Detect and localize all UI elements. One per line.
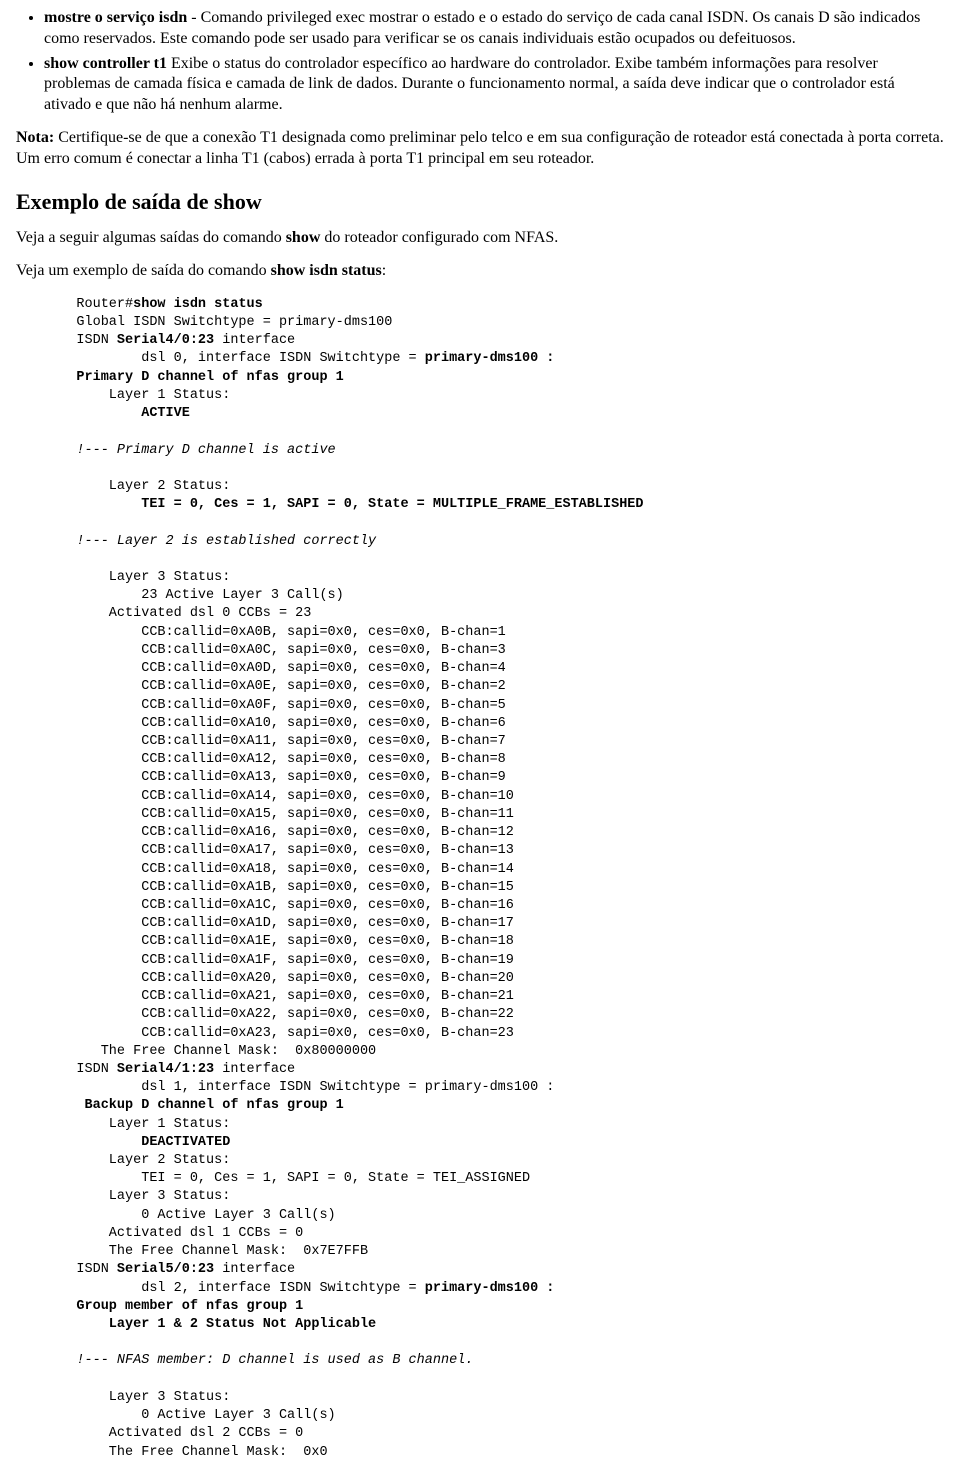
code-block: Router#show isdn status Global ISDN Swit… xyxy=(44,296,944,1462)
paragraph: Veja um exemplo de saída do comando show… xyxy=(16,261,944,282)
code-comment: !--- NFAS member: D channel is used as B… xyxy=(44,1353,473,1368)
bullet-bold: show controller t1 xyxy=(44,55,167,72)
para-text: : xyxy=(382,262,386,279)
paragraph: Veja a seguir algumas saídas do comando … xyxy=(16,228,944,249)
bullet-item: mostre o serviço isdn - Comando privileg… xyxy=(44,8,944,50)
para-bold: show isdn status xyxy=(271,262,382,279)
para-text: Veja um exemplo de saída do comando xyxy=(16,262,271,279)
bullet-list: mostre o serviço isdn - Comando privileg… xyxy=(16,8,944,116)
para-bold: show xyxy=(286,229,321,246)
note-label: Nota: xyxy=(16,129,54,146)
para-text: Veja a seguir algumas saídas do comando xyxy=(16,229,286,246)
note-paragraph: Nota: Certifique-se de que a conexão T1 … xyxy=(16,128,944,170)
bullet-bold: mostre o serviço isdn xyxy=(44,9,187,26)
section-heading: Exemplo de saída de show xyxy=(16,188,944,217)
bullet-item: show controller t1 Exibe o status do con… xyxy=(44,54,944,116)
code-comment: !--- Layer 2 is established correctly xyxy=(44,534,376,549)
code-comment: !--- Primary D channel is active xyxy=(44,443,336,458)
note-text: Certifique-se de que a conexão T1 design… xyxy=(16,129,944,167)
bullet-text: Exibe o status do controlador específico… xyxy=(44,55,895,114)
para-text: do roteador configurado com NFAS. xyxy=(320,229,558,246)
